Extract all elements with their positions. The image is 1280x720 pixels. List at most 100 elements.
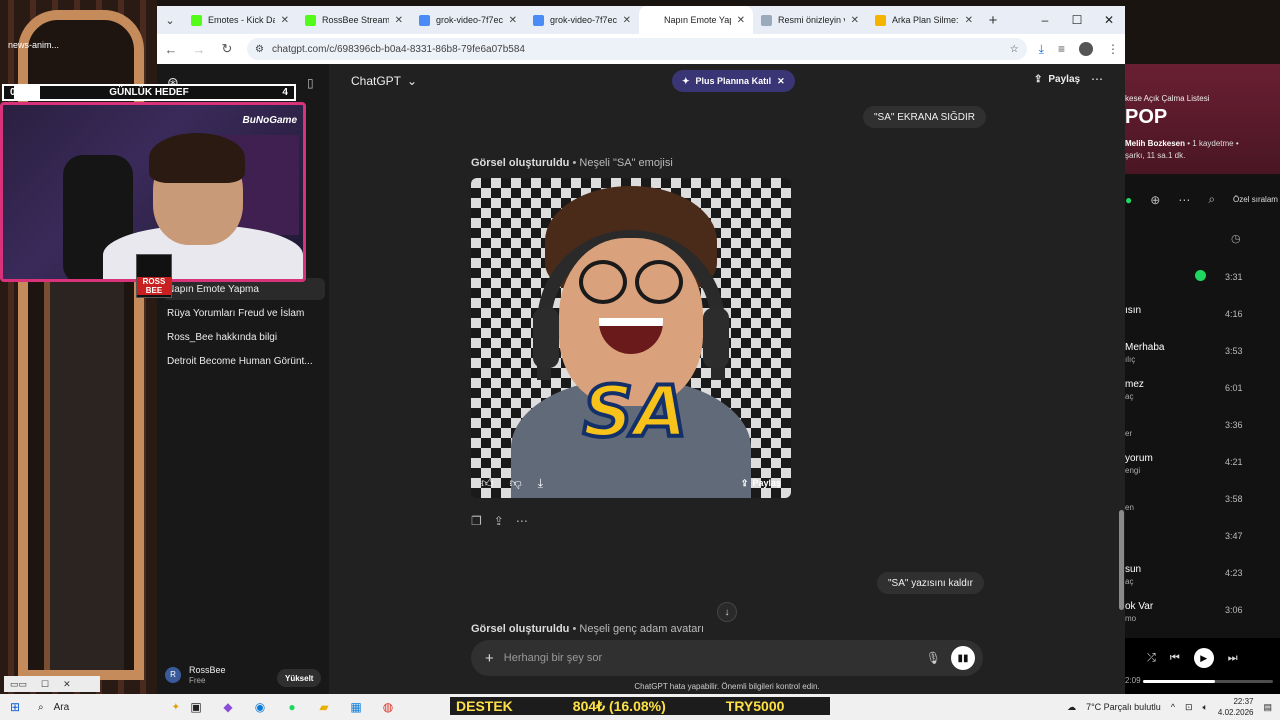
download-icon[interactable]: ⊕ xyxy=(1150,193,1160,207)
track-row[interactable]: sun aç 4:23 xyxy=(1125,564,1280,594)
plus-plan-button[interactable]: ✦ Plus Planına Katıl ✕ xyxy=(672,70,795,92)
network-icon[interactable]: ⊡ xyxy=(1185,702,1193,713)
track-row[interactable]: en 3:58 xyxy=(1125,490,1280,520)
share-icon[interactable]: ⇪ xyxy=(494,514,504,528)
spotify-icon[interactable]: ● xyxy=(276,694,308,720)
voice-mode-icon[interactable]: ▮▮ xyxy=(951,646,975,670)
saved-check-icon[interactable]: ● xyxy=(1125,193,1132,207)
prompt-input[interactable] xyxy=(503,652,916,664)
maximize-icon[interactable]: ☐ xyxy=(41,679,49,690)
maximize-icon[interactable]: ☐ xyxy=(1061,13,1093,27)
profile-avatar[interactable] xyxy=(1079,42,1093,56)
file-explorer-icon[interactable]: ▰ xyxy=(308,694,340,720)
browser-tab[interactable]: Arka Plan Silme: S ✕ xyxy=(867,6,981,34)
track-row[interactable]: 3:47 xyxy=(1125,527,1280,557)
notification-icon[interactable]: ▤ xyxy=(1263,702,1272,713)
track-row[interactable]: yorum engi 4:21 xyxy=(1125,453,1280,483)
track-row[interactable]: 3:31 xyxy=(1125,268,1280,298)
address-bar[interactable]: ⚙ chatgpt.com/c/698396cb-b0a4-8331-86b8-… xyxy=(247,38,1027,60)
user-menu[interactable]: R RossBee Free xyxy=(165,664,226,685)
scrollbar[interactable] xyxy=(1119,510,1124,610)
search-icon[interactable]: ⌕ xyxy=(1208,192,1215,207)
weather-text[interactable]: 7°C Parçalı bulutlu xyxy=(1086,702,1161,712)
progress-bar[interactable] xyxy=(1143,680,1273,683)
more-icon[interactable]: ⋯ xyxy=(1178,193,1190,207)
tab-close-icon[interactable]: ✕ xyxy=(965,15,973,26)
window-icon[interactable]: ▭▭ xyxy=(10,679,27,690)
track-row[interactable]: ısın 4:16 xyxy=(1125,305,1280,335)
minimize-icon[interactable]: – xyxy=(1029,13,1061,27)
saved-check-icon[interactable] xyxy=(1195,270,1206,281)
desktop-icon-label[interactable]: news-anim... xyxy=(8,40,59,50)
generated-image[interactable]: SA 👍︎ 👎︎ ⤓ ⇪ Paylaş xyxy=(471,178,791,498)
next-icon[interactable]: ⏭︎ xyxy=(1228,652,1238,665)
track-row[interactable]: ok Var mo 3:06 xyxy=(1125,601,1280,631)
shuffle-icon[interactable]: ⤮ xyxy=(1147,652,1156,665)
close-icon[interactable]: ✕ xyxy=(63,679,71,690)
sort-selector[interactable]: Özel sıralam xyxy=(1233,195,1278,204)
edge-icon[interactable]: ◉ xyxy=(244,694,276,720)
microphone-icon[interactable]: 🎙︎ xyxy=(926,651,941,665)
reload-icon[interactable]: ↻ xyxy=(219,41,235,57)
browser-tab[interactable]: grok-video-7f7ec3 ✕ xyxy=(411,6,525,34)
close-icon[interactable]: ✕ xyxy=(777,76,785,87)
volume-icon[interactable]: 🔈︎ xyxy=(1202,702,1207,713)
thumbs-down-icon[interactable]: 👎︎ xyxy=(510,476,522,491)
tab-close-icon[interactable]: ✕ xyxy=(395,15,403,26)
track-row[interactable]: Merhaba ılıç 3:53 xyxy=(1125,342,1280,372)
clock[interactable]: 22:37 4.02.2026 xyxy=(1218,696,1254,718)
chrome-icon[interactable]: ◍ xyxy=(372,694,404,720)
new-tab-button[interactable]: + xyxy=(981,12,1005,29)
media-icon[interactable]: ≡ xyxy=(1058,42,1065,56)
previous-icon[interactable]: ⏮︎ xyxy=(1170,652,1180,665)
more-options-icon[interactable]: ⋯ xyxy=(1091,72,1103,86)
browser-tab[interactable]: Resmi önizleyin ve ✕ xyxy=(753,6,867,34)
upgrade-button[interactable]: Yükselt xyxy=(277,669,322,687)
download-icon[interactable]: ⤓ xyxy=(538,476,543,491)
browser-tab[interactable]: RossBee Stream ✕ xyxy=(297,6,411,34)
tab-close-icon[interactable]: ✕ xyxy=(851,15,859,26)
store-icon[interactable]: ▦ xyxy=(340,694,372,720)
tab-close-icon[interactable]: ✕ xyxy=(737,15,745,26)
track-row[interactable]: mez aç 6:01 xyxy=(1125,379,1280,409)
tray-chevron-icon[interactable]: ^ xyxy=(1171,702,1175,712)
tab-close-icon[interactable]: ✕ xyxy=(509,15,517,26)
bookmark-star-icon[interactable]: ☆ xyxy=(1010,44,1019,55)
tab-close-icon[interactable]: ✕ xyxy=(623,15,631,26)
playlist-saves: • 1 kaydetme • xyxy=(1187,139,1239,148)
scroll-down-icon[interactable]: ↓ xyxy=(717,602,737,622)
weather-icon[interactable]: ☁ xyxy=(1067,702,1076,713)
tab-close-icon[interactable]: ✕ xyxy=(281,15,289,26)
sidebar-chat-item[interactable]: Detroit Become Human Görünt... xyxy=(163,350,325,372)
model-selector[interactable]: ChatGPT ⌄ xyxy=(351,74,417,88)
sidebar-chat-item[interactable]: Ross_Bee hakkında bilgi xyxy=(163,326,325,348)
site-info-icon[interactable]: ⚙ xyxy=(255,44,264,55)
browser-tab[interactable]: grok-video-7f7ec3 ✕ xyxy=(525,6,639,34)
thumbs-up-icon[interactable]: 👍︎ xyxy=(481,476,494,491)
play-icon[interactable]: ▶ xyxy=(1193,648,1214,668)
download-icon[interactable]: ⤓ xyxy=(1039,42,1044,57)
more-icon[interactable]: ⋯ xyxy=(516,514,528,528)
tab-search-icon[interactable]: ⌄ xyxy=(157,14,183,27)
track-row[interactable]: er 3:36 xyxy=(1125,416,1280,446)
copy-icon[interactable]: ❐ xyxy=(471,514,482,528)
playlist-owner[interactable]: Melih Bozkesen xyxy=(1125,139,1185,148)
sidebar-chat-item[interactable]: Rüya Yorumları Freud ve İslam xyxy=(163,302,325,324)
track-title: ısın xyxy=(1125,305,1142,316)
back-icon[interactable]: ← xyxy=(163,42,179,57)
copilot-icon[interactable]: ◆ xyxy=(212,694,244,720)
add-attachment-icon[interactable]: + xyxy=(485,650,494,667)
close-icon[interactable]: ✕ xyxy=(1093,13,1125,27)
user-avatar[interactable]: R xyxy=(165,666,181,683)
image-share-button[interactable]: ⇪ Paylaş xyxy=(741,478,781,489)
url-text[interactable]: chatgpt.com/c/698396cb-b0a4-8331-86b8-79… xyxy=(272,44,1002,55)
task-view-icon[interactable]: ▣ xyxy=(180,694,212,720)
windows-start-icon[interactable]: ⊞ xyxy=(0,700,30,714)
browser-tab[interactable]: Napın Emote Yapma ✕ xyxy=(639,6,753,34)
menu-icon[interactable]: ⋮ xyxy=(1107,42,1119,56)
taskbar-search[interactable]: ⌕ Ara ✦ xyxy=(30,702,180,713)
sidebar-toggle-icon[interactable]: ▯ xyxy=(307,76,314,90)
browser-tab[interactable]: Emotes - Kick Dash ✕ xyxy=(183,6,297,34)
forward-icon[interactable]: → xyxy=(191,42,207,57)
share-button[interactable]: ⇪ Paylaş xyxy=(1034,74,1080,85)
